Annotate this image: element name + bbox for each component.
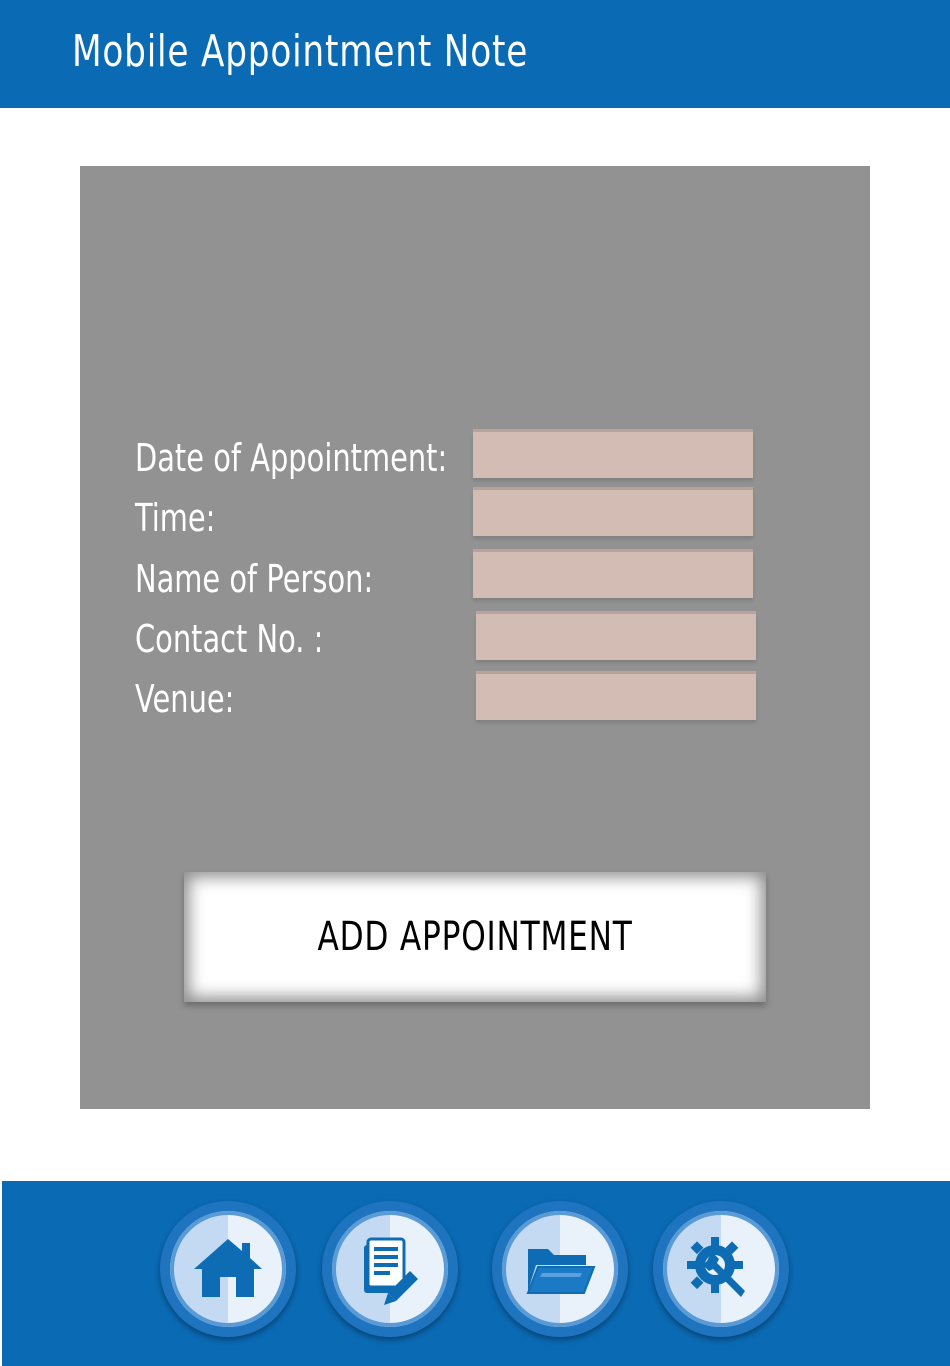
home-icon	[194, 1239, 262, 1297]
venue-label: Venue:	[135, 677, 235, 721]
nav-notes-button[interactable]	[322, 1201, 458, 1337]
add-appointment-label: ADD APPOINTMENT	[317, 914, 633, 960]
nav-settings-button[interactable]	[653, 1201, 789, 1337]
contact-label: Contact No. :	[135, 617, 324, 661]
person-name-label: Name of Person:	[135, 557, 374, 601]
add-appointment-button[interactable]: ADD APPOINTMENT	[184, 872, 766, 1002]
nav-folder-button[interactable]	[492, 1201, 628, 1337]
person-name-field[interactable]	[473, 552, 753, 598]
contact-field[interactable]	[476, 614, 756, 660]
app-header: Mobile Appointment Note	[0, 0, 950, 108]
nav-home-button[interactable]	[160, 1201, 296, 1337]
settings-icon	[687, 1237, 745, 1297]
app-title: Mobile Appointment Note	[72, 26, 529, 77]
date-field[interactable]	[473, 432, 753, 478]
time-label: Time:	[135, 496, 216, 540]
notes-icon	[364, 1237, 418, 1305]
date-label: Date of Appointment:	[135, 436, 448, 480]
appointment-form: Date of Appointment: Time: Name of Perso…	[80, 166, 870, 1109]
venue-field[interactable]	[476, 674, 756, 720]
time-field[interactable]	[473, 490, 753, 536]
bottom-nav	[2, 1181, 950, 1366]
folder-icon	[526, 1249, 596, 1294]
